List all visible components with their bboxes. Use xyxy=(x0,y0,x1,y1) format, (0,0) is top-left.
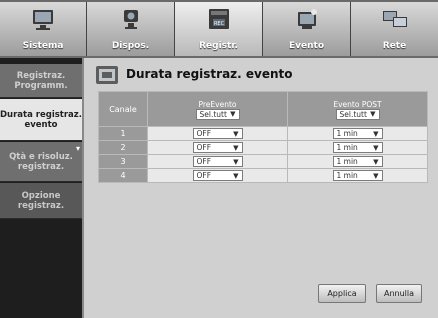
chevron-down-icon: ▼ xyxy=(233,171,239,180)
table-row: 4 OFF ▼ 1 min ▼ xyxy=(98,168,428,183)
sidebar-item-registraz-programm[interactable]: Registraz. Programm. xyxy=(0,64,82,98)
record-duration-icon xyxy=(96,66,118,84)
pre-event-cell: OFF ▼ xyxy=(147,140,288,155)
event-icon xyxy=(292,8,322,32)
chevron-down-icon: ▼ xyxy=(233,157,239,166)
sidebar-item-label: Durata registraz. evento xyxy=(0,109,82,130)
channel-number: 4 xyxy=(98,168,148,183)
tab-dispos[interactable]: Dispos. xyxy=(87,2,175,56)
column-header-channel: Canale xyxy=(98,91,148,127)
tab-rete-label: Rete xyxy=(382,41,407,51)
camera-icon xyxy=(116,8,146,32)
record-icon: REC xyxy=(204,8,234,32)
post-event-value: 1 min xyxy=(336,171,358,180)
page-title: Durata registraz. evento xyxy=(126,67,293,81)
channel-number: 3 xyxy=(98,154,148,169)
chevron-down-icon: ▼ xyxy=(373,171,379,180)
pre-event-cell: OFF ▼ xyxy=(147,154,288,169)
column-header-post-event: Evento POST Sel.tutt ▼ xyxy=(287,91,428,127)
chevron-down-icon: ▼ xyxy=(373,143,379,152)
sidebar-item-label: Opzione registraz. xyxy=(17,190,65,211)
chevron-down-icon: ▼ xyxy=(233,129,239,138)
post-event-select-all[interactable]: Sel.tutt ▼ xyxy=(335,108,380,120)
network-icon xyxy=(380,8,410,32)
table-row: 3 OFF ▼ 1 min ▼ xyxy=(98,154,428,169)
apply-button[interactable]: Applica xyxy=(318,284,366,303)
table-row: 1 OFF ▼ 1 min ▼ xyxy=(98,126,428,141)
chevron-down-icon: ▼ xyxy=(230,110,236,118)
post-event-cell: 1 min ▼ xyxy=(287,140,428,155)
post-event-select-all-value: Sel.tutt xyxy=(339,109,367,119)
post-event-value: 1 min xyxy=(336,143,358,152)
tab-rete[interactable]: Rete xyxy=(351,2,438,56)
pre-event-select[interactable]: OFF ▼ xyxy=(192,156,243,167)
pre-event-select[interactable]: OFF ▼ xyxy=(192,170,243,181)
column-header-pre-event-label: PreEvento xyxy=(198,99,237,109)
sidebar-item-qta-risoluz[interactable]: ▾ Qtà e risoluz. registraz. xyxy=(0,142,82,182)
pre-event-value: OFF xyxy=(196,157,212,166)
sidebar-item-opzione-registraz[interactable]: Opzione registraz. xyxy=(0,183,82,219)
pre-event-cell: OFF ▼ xyxy=(147,126,288,141)
tab-evento-label: Evento xyxy=(288,41,324,51)
pre-event-cell: OFF ▼ xyxy=(147,168,288,183)
tab-evento[interactable]: Evento xyxy=(263,2,351,56)
post-event-cell: 1 min ▼ xyxy=(287,168,428,183)
chevron-down-icon: ▼ xyxy=(370,110,376,118)
tab-registr-label: Registr. xyxy=(199,41,238,51)
sidebar-item-durata-registraz-evento[interactable]: Durata registraz. evento xyxy=(0,99,82,141)
pre-event-value: OFF xyxy=(196,129,212,138)
sidebar-item-label: Registraz. Programm. xyxy=(14,70,68,91)
post-event-select[interactable]: 1 min ▼ xyxy=(332,128,383,139)
tab-dispos-label: Dispos. xyxy=(111,41,150,51)
chevron-down-icon: ▼ xyxy=(233,143,239,152)
channel-number: 2 xyxy=(98,140,148,155)
column-header-post-event-label: Evento POST xyxy=(333,99,382,109)
pre-event-value: OFF xyxy=(196,171,212,180)
main-panel: Durata registraz. evento Canale PreEvent… xyxy=(82,58,438,318)
post-event-cell: 1 min ▼ xyxy=(287,126,428,141)
cancel-button[interactable]: Annulla xyxy=(376,284,422,303)
tab-registr[interactable]: REC Registr. xyxy=(175,2,263,56)
expand-marker-icon: ▾ xyxy=(75,144,80,153)
pre-event-select[interactable]: OFF ▼ xyxy=(192,142,243,153)
post-event-select[interactable]: 1 min ▼ xyxy=(332,142,383,153)
post-event-select[interactable]: 1 min ▼ xyxy=(332,156,383,167)
top-tab-bar: Sistema Dispos. REC Registr. Evento Rete xyxy=(0,0,438,58)
pre-event-value: OFF xyxy=(196,143,212,152)
column-header-pre-event: PreEvento Sel.tutt ▼ xyxy=(147,91,288,127)
pre-event-select-all-value: Sel.tutt xyxy=(199,109,227,119)
post-event-value: 1 min xyxy=(336,129,358,138)
post-event-cell: 1 min ▼ xyxy=(287,154,428,169)
tab-sistema[interactable]: Sistema xyxy=(0,2,87,56)
dvr-window: Sistema Dispos. REC Registr. Evento Rete xyxy=(0,0,438,318)
post-event-select[interactable]: 1 min ▼ xyxy=(332,170,383,181)
pre-event-select-all[interactable]: Sel.tutt ▼ xyxy=(195,108,240,120)
monitor-icon xyxy=(28,8,58,32)
event-duration-table: Canale PreEvento Sel.tutt ▼ Evento POST S… xyxy=(98,91,428,183)
pre-event-select[interactable]: OFF ▼ xyxy=(192,128,243,139)
chevron-down-icon: ▼ xyxy=(373,157,379,166)
tab-sistema-label: Sistema xyxy=(22,41,64,51)
channel-number: 1 xyxy=(98,126,148,141)
sidebar: Registraz. Programm. Durata registraz. e… xyxy=(0,58,82,318)
table-row: 2 OFF ▼ 1 min ▼ xyxy=(98,140,428,155)
chevron-down-icon: ▼ xyxy=(373,129,379,138)
sidebar-item-label: Qtà e risoluz. registraz. xyxy=(9,151,73,172)
post-event-value: 1 min xyxy=(336,157,358,166)
svg-text:REC: REC xyxy=(213,21,224,27)
